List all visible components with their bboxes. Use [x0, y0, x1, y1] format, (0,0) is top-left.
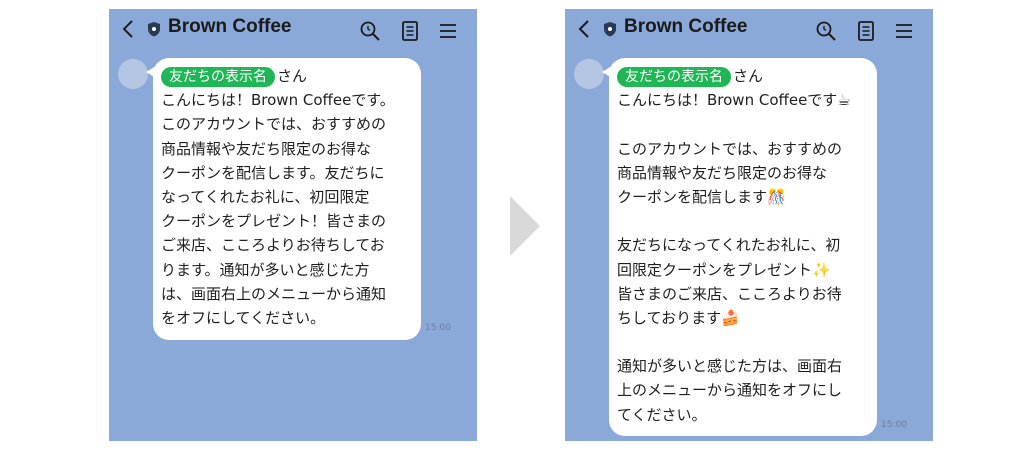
search-icon[interactable] [359, 20, 381, 42]
message-line: てください。 [617, 405, 707, 424]
message-line: なってくれたお礼に、初回限定 [161, 187, 370, 206]
avatar[interactable] [574, 59, 604, 89]
message-line [617, 112, 869, 136]
message-line: こんにちは！Brown Coffeeです☕ [617, 91, 851, 110]
message-line: クーポンを配信します🎊 [617, 187, 786, 206]
message-bubble: 友だちの表示名 さん こんにちは！Brown Coffeeです。 このアカウントで… [146, 58, 421, 340]
message-timestamp: 15:00 [425, 323, 451, 333]
avatar[interactable] [118, 59, 148, 89]
message-line: は、画面右上のメニューから通知 [161, 284, 387, 303]
shield-icon [604, 22, 616, 37]
message-line: 商品情報や友だち限定のお得な [161, 139, 372, 158]
chat-header: Brown Coffee [565, 9, 933, 49]
message-line: 友だちになってくれたお礼に、初 [617, 236, 841, 255]
message-line: 回限定クーポンをプレゼント✨ [617, 260, 831, 279]
chat-header: Brown Coffee [109, 9, 477, 49]
chevron-left-icon[interactable] [575, 18, 595, 40]
message-line: クーポンをプレゼント！皆さまの [161, 212, 387, 231]
message-line: このアカウントでは、おすすめの [617, 139, 843, 158]
account-name: Brown Coffee [624, 16, 748, 37]
message-line: ご来店、こころよりお待ちしてお [161, 236, 385, 255]
message-line: 上のメニューから通知をオフにし [617, 381, 843, 400]
shield-icon [148, 22, 160, 37]
chevron-left-icon[interactable] [119, 18, 139, 40]
greeting-line: 友だちの表示名 さん [161, 64, 413, 88]
message-line [617, 209, 869, 233]
message-line: をオフにしてください。 [161, 308, 326, 327]
friend-name-tag: 友だちの表示名 [161, 67, 275, 87]
message-line: ります。通知が多いと感じた方 [161, 260, 370, 279]
message-line [617, 330, 869, 354]
menu-icon[interactable] [893, 20, 915, 42]
notes-icon[interactable] [855, 20, 877, 42]
search-icon[interactable] [815, 20, 837, 42]
chat-screen-after: Brown Coffee 友だちの表示名 さん こんにちは！Brown Coffe… [565, 9, 933, 441]
friend-name-tag: 友だちの表示名 [617, 67, 731, 87]
message-line: こんにちは！Brown Coffeeです。 [161, 91, 395, 110]
menu-icon[interactable] [437, 20, 459, 42]
notes-icon[interactable] [399, 20, 421, 42]
honorific: さん [277, 67, 308, 85]
transition-arrow-icon [510, 196, 540, 256]
message-timestamp: 15:00 [881, 420, 907, 430]
greeting-line: 友だちの表示名 さん [617, 64, 869, 88]
message-line: 通知が多いと感じた方は、画面右 [617, 357, 843, 376]
message-line: 皆さまのご来店、こころよりお待 [617, 284, 842, 303]
chat-screen-before: Brown Coffee 友だちの表示名 さん こんにちは！Brown Coffe… [109, 9, 477, 441]
message-bubble: 友だちの表示名 さん こんにちは！Brown Coffeeです☕ このアカウントで… [602, 58, 877, 436]
honorific: さん [733, 67, 764, 85]
message-line: このアカウントでは、おすすめの [161, 115, 387, 134]
message-line: 商品情報や友だち限定のお得な [617, 163, 828, 182]
account-name: Brown Coffee [168, 16, 292, 37]
message-line: ちしております🍰 [617, 308, 740, 327]
message-line: クーポンを配信します。友だちに [161, 163, 385, 182]
